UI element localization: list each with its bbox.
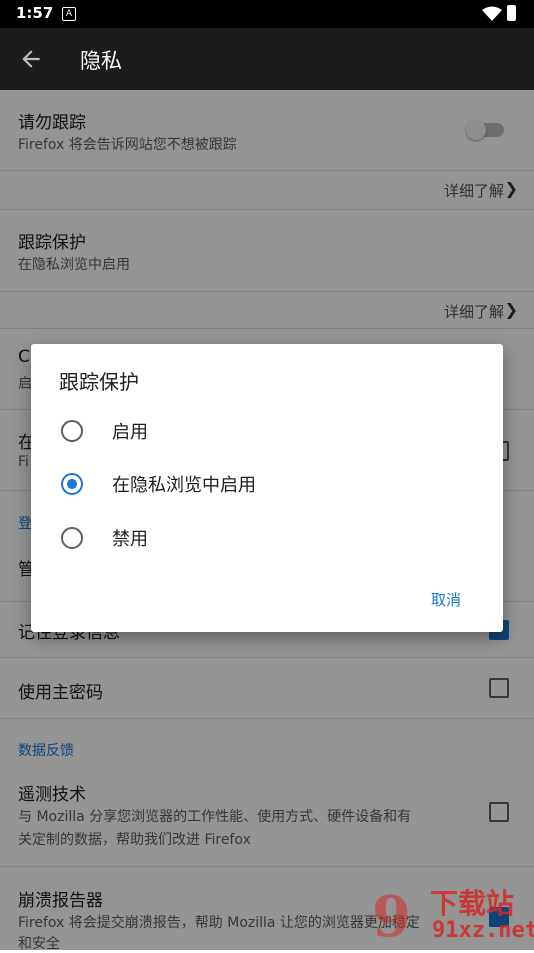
option-enable[interactable]: 启用	[31, 406, 503, 454]
radio-button-unselected[interactable]	[61, 527, 83, 549]
app-bar: 隐私	[0, 28, 534, 90]
radio-button-selected[interactable]	[61, 473, 83, 495]
watermark-logo: 9	[372, 884, 411, 950]
status-bar: 1:57 A	[0, 0, 534, 28]
option-disable[interactable]: 禁用	[31, 513, 503, 561]
tracking-protection-dialog: 跟踪保护 启用 在隐私浏览中启用 禁用 取消	[31, 344, 503, 632]
back-arrow-icon[interactable]	[18, 46, 44, 72]
battery-icon	[507, 5, 516, 21]
radio-button-unselected[interactable]	[61, 420, 83, 442]
option-label: 禁用	[112, 529, 148, 550]
option-private-only[interactable]: 在隐私浏览中启用	[31, 459, 503, 507]
watermark-text-url: 91xz.net	[432, 918, 534, 943]
dialog-title: 跟踪保护	[59, 370, 139, 394]
option-label: 在隐私浏览中启用	[112, 475, 256, 496]
wifi-icon	[482, 6, 502, 21]
watermark-text-cn: 下载站	[430, 887, 515, 920]
site-watermark: 9 下载站 91xz.net	[370, 880, 534, 950]
status-time: 1:57	[16, 4, 54, 22]
option-label: 启用	[112, 422, 148, 443]
page-title: 隐私	[80, 49, 122, 73]
cancel-button[interactable]: 取消	[431, 589, 461, 610]
notification-icon: A	[62, 7, 76, 21]
